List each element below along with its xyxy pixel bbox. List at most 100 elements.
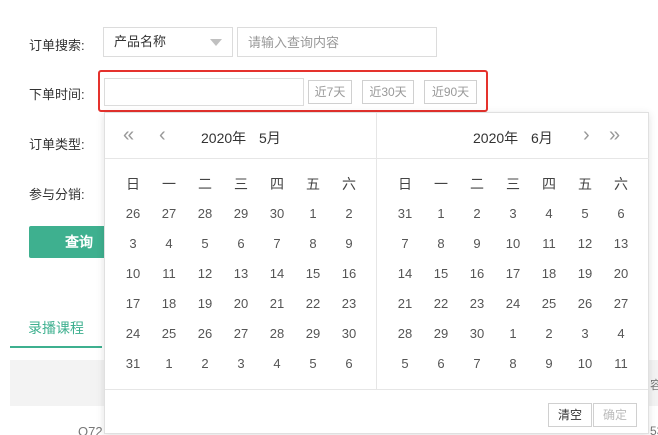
day-cell[interactable]: 4 bbox=[531, 199, 567, 229]
day-cell[interactable]: 9 bbox=[531, 349, 567, 379]
day-cell[interactable]: 20 bbox=[603, 259, 639, 289]
day-cell[interactable]: 6 bbox=[331, 349, 367, 379]
day-cell[interactable]: 5 bbox=[295, 349, 331, 379]
quick-range-90-button[interactable]: 近90天 bbox=[424, 80, 477, 104]
day-cell[interactable]: 14 bbox=[259, 259, 295, 289]
day-cell[interactable]: 1 bbox=[495, 319, 531, 349]
day-cell[interactable]: 26 bbox=[567, 289, 603, 319]
day-cell[interactable]: 13 bbox=[223, 259, 259, 289]
day-cell[interactable]: 1 bbox=[423, 199, 459, 229]
day-cell[interactable]: 16 bbox=[331, 259, 367, 289]
day-cell[interactable]: 29 bbox=[295, 319, 331, 349]
day-cell[interactable]: 27 bbox=[223, 319, 259, 349]
day-cell[interactable]: 14 bbox=[387, 259, 423, 289]
day-cell[interactable]: 28 bbox=[259, 319, 295, 349]
day-cell[interactable]: 12 bbox=[567, 229, 603, 259]
day-cell[interactable]: 15 bbox=[295, 259, 331, 289]
day-cell[interactable]: 21 bbox=[259, 289, 295, 319]
day-cell[interactable]: 11 bbox=[151, 259, 187, 289]
day-cell[interactable]: 16 bbox=[459, 259, 495, 289]
day-cell[interactable]: 17 bbox=[115, 289, 151, 319]
day-cell[interactable]: 28 bbox=[387, 319, 423, 349]
day-cell[interactable]: 1 bbox=[151, 349, 187, 379]
day-cell[interactable]: 21 bbox=[387, 289, 423, 319]
day-cell[interactable]: 30 bbox=[259, 199, 295, 229]
day-cell[interactable]: 5 bbox=[187, 229, 223, 259]
day-cell[interactable]: 5 bbox=[567, 199, 603, 229]
prev-year-icon[interactable]: « bbox=[123, 124, 134, 146]
day-cell[interactable]: 31 bbox=[115, 349, 151, 379]
day-cell[interactable]: 18 bbox=[151, 289, 187, 319]
day-cell[interactable]: 23 bbox=[459, 289, 495, 319]
day-cell[interactable]: 3 bbox=[223, 349, 259, 379]
day-cell[interactable]: 3 bbox=[495, 199, 531, 229]
day-cell[interactable]: 7 bbox=[259, 229, 295, 259]
search-input[interactable] bbox=[237, 27, 437, 57]
day-cell[interactable]: 2 bbox=[331, 199, 367, 229]
day-cell[interactable]: 24 bbox=[495, 289, 531, 319]
day-cell[interactable]: 19 bbox=[567, 259, 603, 289]
day-cell[interactable]: 2 bbox=[187, 349, 223, 379]
day-cell[interactable]: 29 bbox=[223, 199, 259, 229]
day-cell[interactable]: 26 bbox=[115, 199, 151, 229]
table-row-stub-right: 53 bbox=[650, 424, 658, 435]
calendar-right: 2020年 6月 › » 日一二三四五六 31 1 2 3 4 5 6 7 8 9 10 11 12 13 1… bbox=[377, 113, 649, 389]
day-cell[interactable]: 1 bbox=[295, 199, 331, 229]
day-cell[interactable]: 30 bbox=[459, 319, 495, 349]
day-cell[interactable]: 23 bbox=[331, 289, 367, 319]
day-cell[interactable]: 12 bbox=[187, 259, 223, 289]
day-cell[interactable]: 7 bbox=[387, 229, 423, 259]
day-cell[interactable]: 20 bbox=[223, 289, 259, 319]
quick-range-7-button[interactable]: 近7天 bbox=[308, 80, 352, 104]
day-cell[interactable]: 8 bbox=[495, 349, 531, 379]
day-cell[interactable]: 28 bbox=[187, 199, 223, 229]
day-cell[interactable]: 27 bbox=[151, 199, 187, 229]
day-cell[interactable]: 13 bbox=[603, 229, 639, 259]
day-cell[interactable]: 24 bbox=[115, 319, 151, 349]
day-cell[interactable]: 9 bbox=[331, 229, 367, 259]
day-cell[interactable]: 30 bbox=[331, 319, 367, 349]
order-type-label: 订单类型: bbox=[29, 137, 85, 152]
next-year-icon[interactable]: » bbox=[609, 124, 620, 146]
day-cell[interactable]: 9 bbox=[459, 229, 495, 259]
confirm-button[interactable]: 确定 bbox=[593, 403, 637, 427]
day-cell[interactable]: 4 bbox=[151, 229, 187, 259]
day-cell[interactable]: 3 bbox=[115, 229, 151, 259]
day-cell[interactable]: 6 bbox=[603, 199, 639, 229]
day-cell[interactable]: 5 bbox=[387, 349, 423, 379]
day-cell[interactable]: 22 bbox=[295, 289, 331, 319]
day-cell[interactable]: 7 bbox=[459, 349, 495, 379]
day-cell[interactable]: 8 bbox=[423, 229, 459, 259]
quick-range-30-button[interactable]: 近30天 bbox=[362, 80, 414, 104]
day-cell[interactable]: 15 bbox=[423, 259, 459, 289]
day-cell[interactable]: 4 bbox=[259, 349, 295, 379]
day-cell[interactable]: 19 bbox=[187, 289, 223, 319]
date-range-input[interactable] bbox=[104, 78, 304, 106]
day-cell[interactable]: 22 bbox=[423, 289, 459, 319]
prev-month-icon[interactable]: ‹ bbox=[159, 124, 166, 146]
day-cell[interactable]: 17 bbox=[495, 259, 531, 289]
day-cell[interactable]: 27 bbox=[603, 289, 639, 319]
day-cell[interactable]: 2 bbox=[531, 319, 567, 349]
search-field-select[interactable]: 产品名称 bbox=[103, 27, 233, 57]
day-cell[interactable]: 25 bbox=[531, 289, 567, 319]
tab-recorded-courses[interactable]: 录播课程 bbox=[10, 310, 102, 348]
day-cell[interactable]: 11 bbox=[603, 349, 639, 379]
day-cell[interactable]: 6 bbox=[223, 229, 259, 259]
clear-button[interactable]: 清空 bbox=[548, 403, 592, 427]
day-cell[interactable]: 4 bbox=[603, 319, 639, 349]
day-cell[interactable]: 10 bbox=[567, 349, 603, 379]
day-cell[interactable]: 10 bbox=[495, 229, 531, 259]
next-month-icon[interactable]: › bbox=[583, 124, 590, 146]
day-cell[interactable]: 18 bbox=[531, 259, 567, 289]
day-cell[interactable]: 10 bbox=[115, 259, 151, 289]
day-cell[interactable]: 3 bbox=[567, 319, 603, 349]
day-cell[interactable]: 6 bbox=[423, 349, 459, 379]
day-cell[interactable]: 8 bbox=[295, 229, 331, 259]
day-cell[interactable]: 25 bbox=[151, 319, 187, 349]
day-cell[interactable]: 11 bbox=[531, 229, 567, 259]
day-cell[interactable]: 2 bbox=[459, 199, 495, 229]
day-cell[interactable]: 29 bbox=[423, 319, 459, 349]
day-cell[interactable]: 31 bbox=[387, 199, 423, 229]
day-cell[interactable]: 26 bbox=[187, 319, 223, 349]
